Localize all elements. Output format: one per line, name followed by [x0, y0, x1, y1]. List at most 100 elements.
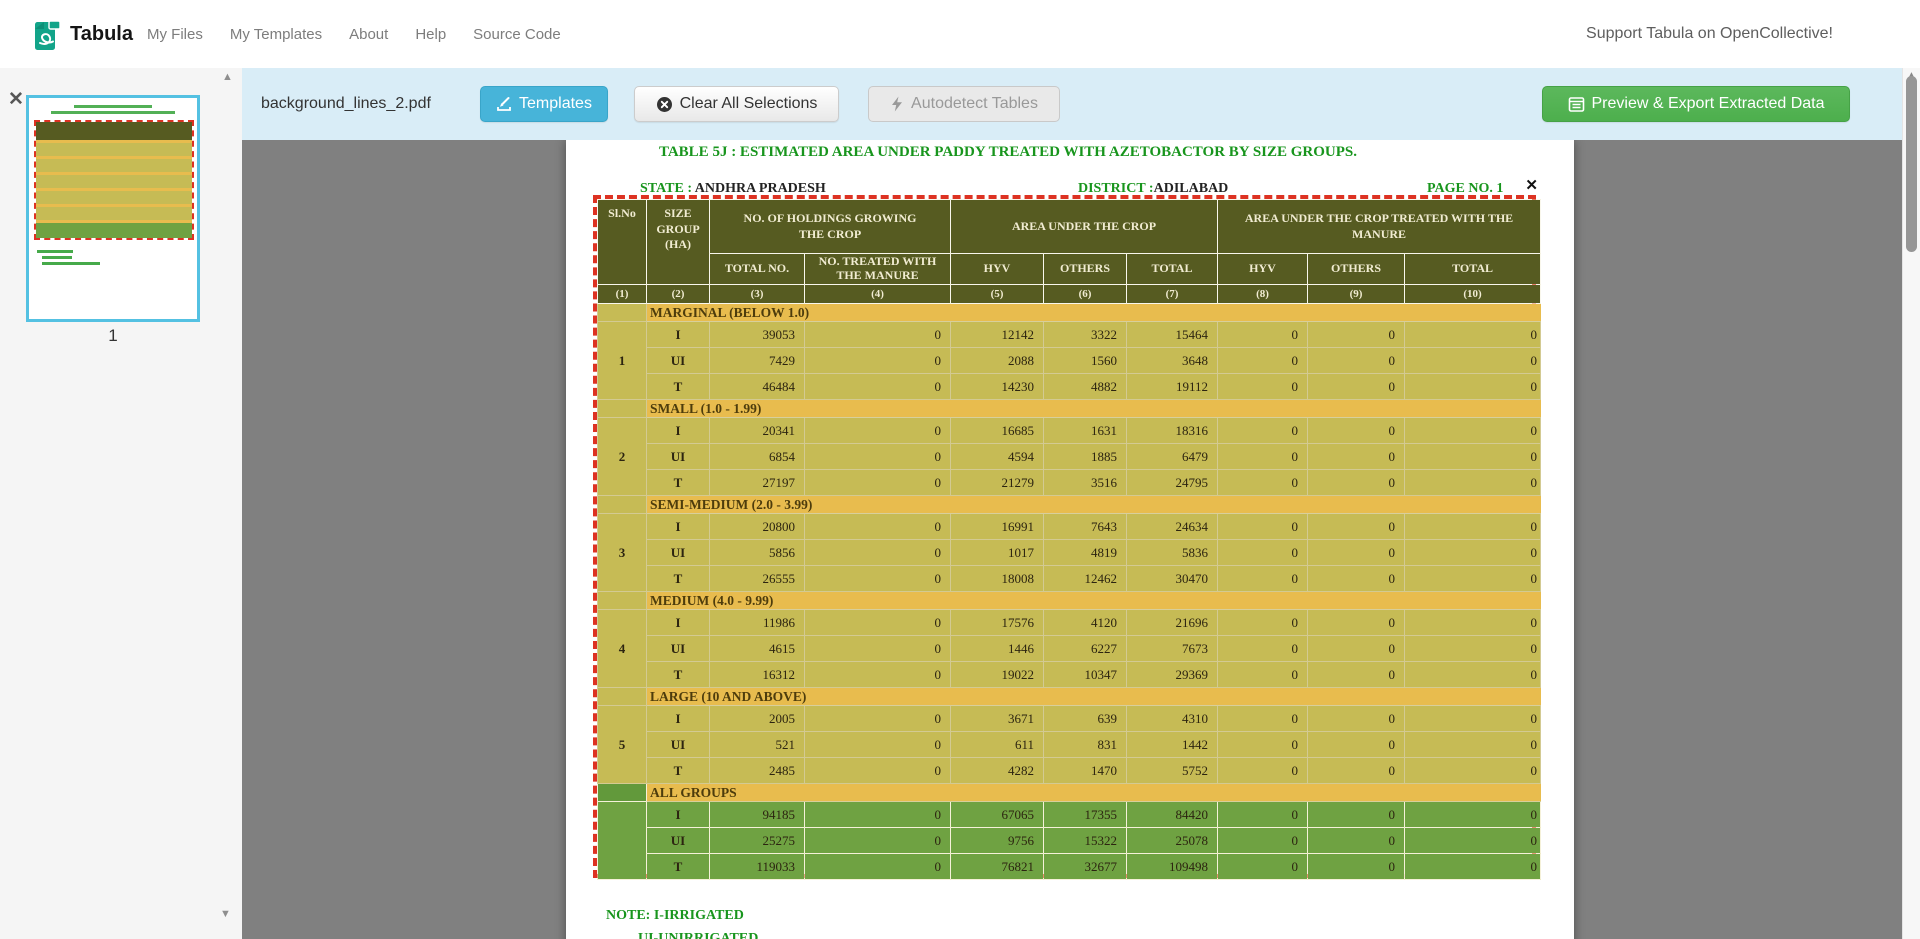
- data-cell: 0: [805, 514, 951, 540]
- data-cell: 4819: [1044, 540, 1127, 566]
- support-link[interactable]: Support Tabula on OpenCollective!: [1586, 0, 1833, 68]
- data-cell: 0: [1218, 374, 1308, 400]
- col-header-size-group: SIZE GROUP (HA): [647, 200, 710, 285]
- row-label: I: [647, 802, 710, 828]
- data-cell: 0: [1218, 662, 1308, 688]
- data-cell: 3671: [951, 706, 1044, 732]
- group-band-label: SMALL (1.0 - 1.99): [647, 400, 1541, 418]
- page-scrollbar[interactable]: ▲: [1902, 68, 1920, 939]
- row-label: UI: [647, 828, 710, 854]
- scrollbar-thumb[interactable]: [1906, 76, 1917, 252]
- data-cell: 0: [1308, 444, 1405, 470]
- data-cell: 15322: [1044, 828, 1127, 854]
- page-thumbnail[interactable]: [26, 95, 200, 322]
- data-cell: 0: [1308, 566, 1405, 592]
- data-cell: 7673: [1127, 636, 1218, 662]
- templates-button[interactable]: Templates: [480, 86, 608, 122]
- data-cell: 0: [805, 706, 951, 732]
- data-cell: 639: [1044, 706, 1127, 732]
- data-cell: 0: [1405, 828, 1541, 854]
- data-cell: 0: [1218, 636, 1308, 662]
- col-number: (1): [598, 285, 647, 304]
- data-cell: 32677: [1044, 854, 1127, 880]
- tabula-logo-icon: [34, 16, 61, 52]
- data-cell: 0: [1218, 802, 1308, 828]
- nav-source-code[interactable]: Source Code: [473, 26, 561, 43]
- remove-page-icon[interactable]: ✕: [8, 88, 24, 111]
- data-cell: 20341: [710, 418, 805, 444]
- data-cell: 0: [1218, 470, 1308, 496]
- data-cell: 18316: [1127, 418, 1218, 444]
- col-header-area-treated: AREA UNDER THE CROP TREATED WITH THE MAN…: [1218, 200, 1541, 254]
- col-header-total: TOTAL: [1405, 254, 1541, 285]
- group-band-label: ALL GROUPS: [647, 784, 1541, 802]
- autodetect-tables-button[interactable]: Autodetect Tables: [868, 86, 1060, 122]
- nav-about[interactable]: About: [349, 26, 388, 43]
- group-slno-spacer: [598, 496, 647, 514]
- export-button[interactable]: Preview & Export Extracted Data: [1542, 86, 1850, 122]
- data-cell: 0: [1405, 802, 1541, 828]
- selection-close-icon[interactable]: ✕: [1525, 176, 1538, 194]
- row-label: UI: [647, 444, 710, 470]
- group-slno-spacer: [598, 784, 647, 802]
- data-cell: 3322: [1044, 322, 1127, 348]
- row-label: I: [647, 706, 710, 732]
- data-cell: 25078: [1127, 828, 1218, 854]
- data-cell: 0: [805, 732, 951, 758]
- row-label: I: [647, 322, 710, 348]
- data-cell: 5856: [710, 540, 805, 566]
- nav-help[interactable]: Help: [415, 26, 446, 43]
- filename-label: background_lines_2.pdf: [261, 68, 431, 140]
- group-slno-spacer: [598, 400, 647, 418]
- toolbar: background_lines_2.pdf Templates Clear A…: [242, 68, 1902, 140]
- data-cell: 0: [1405, 444, 1541, 470]
- sidebar-scroll-up-icon[interactable]: ▲: [222, 71, 233, 83]
- row-label: I: [647, 514, 710, 540]
- data-cell: 0: [1218, 322, 1308, 348]
- col-number: (4): [805, 285, 951, 304]
- data-cell: 24634: [1127, 514, 1218, 540]
- col-number: (10): [1405, 285, 1541, 304]
- data-cell: 46484: [710, 374, 805, 400]
- group-number: 1: [598, 322, 647, 400]
- data-cell: 611: [951, 732, 1044, 758]
- group-slno-spacer: [598, 688, 647, 706]
- nav-my-templates[interactable]: My Templates: [230, 26, 322, 43]
- thumbnail-rows: [36, 191, 192, 204]
- row-label: T: [647, 854, 710, 880]
- nav-my-files[interactable]: My Files: [147, 26, 203, 43]
- thumbnail-table-selection: [34, 120, 194, 240]
- pdf-page[interactable]: TABLE 5J : ESTIMATED AREA UNDER PADDY TR…: [566, 140, 1574, 939]
- brand-link[interactable]: Tabula: [34, 0, 133, 68]
- sidebar-scroll-down-icon[interactable]: ▼: [220, 908, 231, 920]
- col-number: (3): [710, 285, 805, 304]
- group-band-label: MARGINAL (BELOW 1.0): [647, 304, 1541, 322]
- col-header-hyv: HYV: [1218, 254, 1308, 285]
- data-cell: 0: [805, 662, 951, 688]
- thumbnail-table-header: [36, 122, 192, 140]
- group-slno-spacer: [598, 592, 647, 610]
- data-cell: 0: [805, 348, 951, 374]
- templates-button-label: Templates: [519, 95, 592, 113]
- data-cell: 119033: [710, 854, 805, 880]
- data-cell: 18008: [951, 566, 1044, 592]
- data-cell: 14230: [951, 374, 1044, 400]
- data-cell: 0: [1405, 514, 1541, 540]
- data-cell: 21279: [951, 470, 1044, 496]
- data-cell: 0: [1218, 828, 1308, 854]
- data-cell: 0: [805, 566, 951, 592]
- thumbnail-note-line: [42, 256, 72, 259]
- group-number: 5: [598, 706, 647, 784]
- data-cell: 6227: [1044, 636, 1127, 662]
- row-label: UI: [647, 540, 710, 566]
- data-cell: 0: [1308, 636, 1405, 662]
- data-cell: 0: [1218, 418, 1308, 444]
- data-cell: 7429: [710, 348, 805, 374]
- clear-selections-button[interactable]: Clear All Selections: [634, 86, 839, 122]
- clear-selections-label: Clear All Selections: [680, 95, 818, 113]
- data-cell: 17576: [951, 610, 1044, 636]
- data-cell: 0: [805, 758, 951, 784]
- data-cell: 30470: [1127, 566, 1218, 592]
- table-selection-box[interactable]: ✕ Sl.No SIZE GROUP (HA) NO. OF HOLDINGS …: [593, 195, 1536, 878]
- data-cell: 0: [1405, 732, 1541, 758]
